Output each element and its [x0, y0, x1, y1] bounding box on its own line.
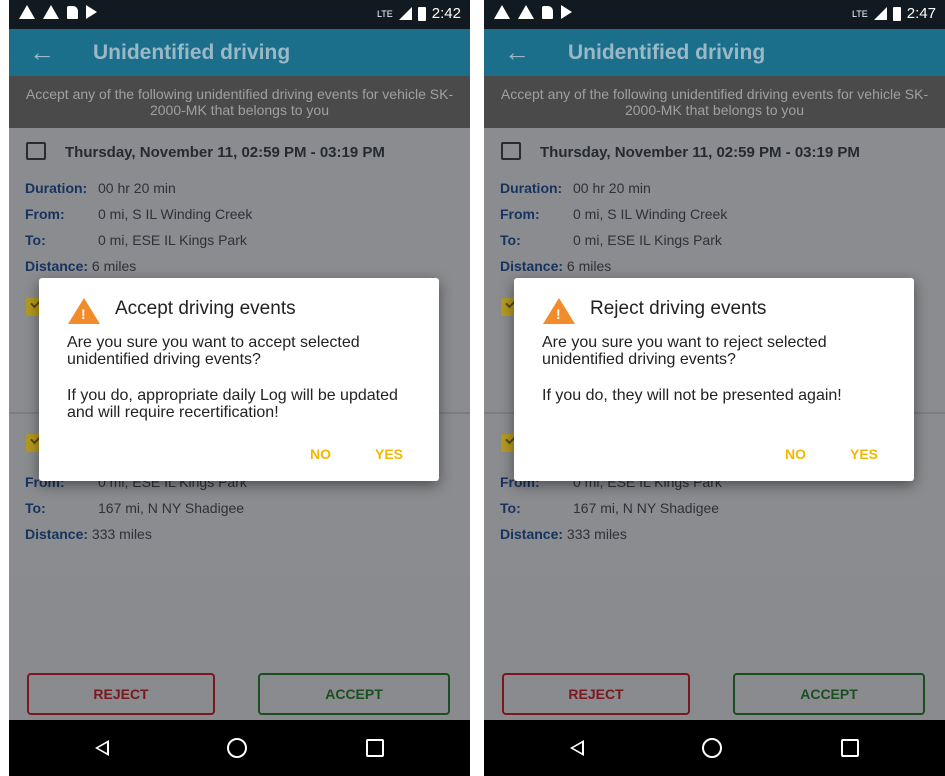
duration-value: 00 hr 20 min — [573, 180, 651, 196]
dialog-title: Reject driving events — [590, 298, 767, 319]
event-card: Thursday, November 11, 02:59 PM - 03:19 … — [484, 128, 945, 280]
to-label: To: — [25, 500, 46, 516]
from-value: 0 mi, S IL Winding Creek — [573, 206, 728, 222]
distance-value: 333 miles — [91, 526, 152, 542]
warning-icon: ! — [68, 298, 100, 324]
duration-label: Duration: — [500, 180, 563, 196]
distance-label: Distance: — [25, 526, 89, 542]
warning-notification-icon — [518, 5, 534, 19]
play-store-icon — [561, 5, 572, 19]
nav-home-icon[interactable] — [227, 738, 247, 758]
from-label: From: — [25, 206, 65, 222]
distance-label: Distance: — [500, 258, 564, 274]
to-value: 167 mi, N NY Shadigee — [573, 500, 720, 516]
phone-screen-reject: LTE 2:47 ← Unidentified driving Accept a… — [484, 0, 945, 776]
navigation-bar — [9, 720, 470, 776]
network-type: LTE — [376, 8, 393, 19]
back-arrow-icon[interactable]: ← — [29, 37, 55, 68]
info-banner: Accept any of the following unidentified… — [484, 76, 945, 128]
back-arrow-icon[interactable]: ← — [504, 37, 530, 68]
to-value: 0 mi, ESE IL Kings Park — [573, 232, 722, 248]
dialog-yes-button[interactable]: YES — [850, 446, 878, 462]
page-title: Unidentified driving — [93, 41, 291, 64]
to-value: 167 mi, N NY Shadigee — [98, 500, 245, 516]
dialog-yes-button[interactable]: YES — [375, 446, 403, 462]
navigation-bar — [484, 720, 945, 776]
accept-button[interactable]: ACCEPT — [733, 673, 925, 715]
clock: 2:42 — [431, 5, 461, 22]
event-card: Thursday, November 11, 02:59 PM - 03:19 … — [9, 128, 470, 280]
info-banner: Accept any of the following unidentified… — [9, 76, 470, 128]
distance-value: 6 miles — [566, 258, 612, 274]
page-title: Unidentified driving — [568, 41, 766, 64]
to-value: 0 mi, ESE IL Kings Park — [98, 232, 247, 248]
to-label: To: — [500, 232, 521, 248]
dialog-message-detail: If you do, appropriate daily Log will be… — [67, 387, 398, 421]
dialog-no-button[interactable]: NO — [310, 446, 331, 462]
signal-icon — [873, 7, 887, 20]
confirm-dialog: ! Accept driving events Are you sure you… — [39, 278, 439, 481]
signal-icon — [398, 7, 412, 20]
dialog-title: Accept driving events — [115, 298, 296, 319]
to-label: To: — [25, 232, 46, 248]
reject-button[interactable]: REJECT — [502, 673, 690, 715]
warning-icon: ! — [543, 298, 575, 324]
status-bar: LTE 2:47 — [484, 0, 945, 29]
nav-back-icon[interactable] — [95, 740, 109, 756]
distance-label: Distance: — [25, 258, 89, 274]
sd-card-icon — [542, 5, 553, 19]
phone-screen-accept: LTE 2:42 ← Unidentified driving Accept a… — [9, 0, 470, 776]
nav-home-icon[interactable] — [702, 738, 722, 758]
from-value: 0 mi, S IL Winding Creek — [98, 206, 253, 222]
warning-notification-icon — [494, 5, 510, 19]
dialog-message: Are you sure you want to accept selected… — [67, 334, 360, 368]
clock: 2:47 — [906, 5, 936, 22]
reject-button[interactable]: REJECT — [27, 673, 215, 715]
accept-button[interactable]: ACCEPT — [258, 673, 450, 715]
app-bar: ← Unidentified driving — [9, 29, 470, 76]
duration-value: 00 hr 20 min — [98, 180, 176, 196]
network-type: LTE — [851, 8, 868, 19]
nav-recents-icon[interactable] — [366, 739, 384, 757]
warning-notification-icon — [19, 5, 35, 19]
confirm-dialog: ! Reject driving events Are you sure you… — [514, 278, 914, 481]
dialog-no-button[interactable]: NO — [785, 446, 806, 462]
to-label: To: — [500, 500, 521, 516]
app-bar: ← Unidentified driving — [484, 29, 945, 76]
battery-icon — [417, 6, 426, 21]
status-bar: LTE 2:42 — [9, 0, 470, 29]
distance-value: 6 miles — [91, 258, 137, 274]
event-date: Thursday, November 11, 02:59 PM - 03:19 … — [540, 144, 860, 161]
warning-notification-icon — [43, 5, 59, 19]
play-store-icon — [86, 5, 97, 19]
from-label: From: — [500, 206, 540, 222]
sd-card-icon — [67, 5, 78, 19]
distance-label: Distance: — [500, 526, 564, 542]
distance-value: 333 miles — [566, 526, 627, 542]
checkbox-icon[interactable] — [501, 142, 521, 160]
nav-recents-icon[interactable] — [841, 739, 859, 757]
nav-back-icon[interactable] — [570, 740, 584, 756]
dialog-message-detail: If you do, they will not be presented ag… — [542, 387, 842, 404]
checkbox-icon[interactable] — [26, 142, 46, 160]
duration-label: Duration: — [25, 180, 88, 196]
dialog-message: Are you sure you want to reject selected… — [542, 334, 827, 368]
battery-icon — [892, 6, 901, 21]
event-date: Thursday, November 11, 02:59 PM - 03:19 … — [65, 144, 385, 161]
